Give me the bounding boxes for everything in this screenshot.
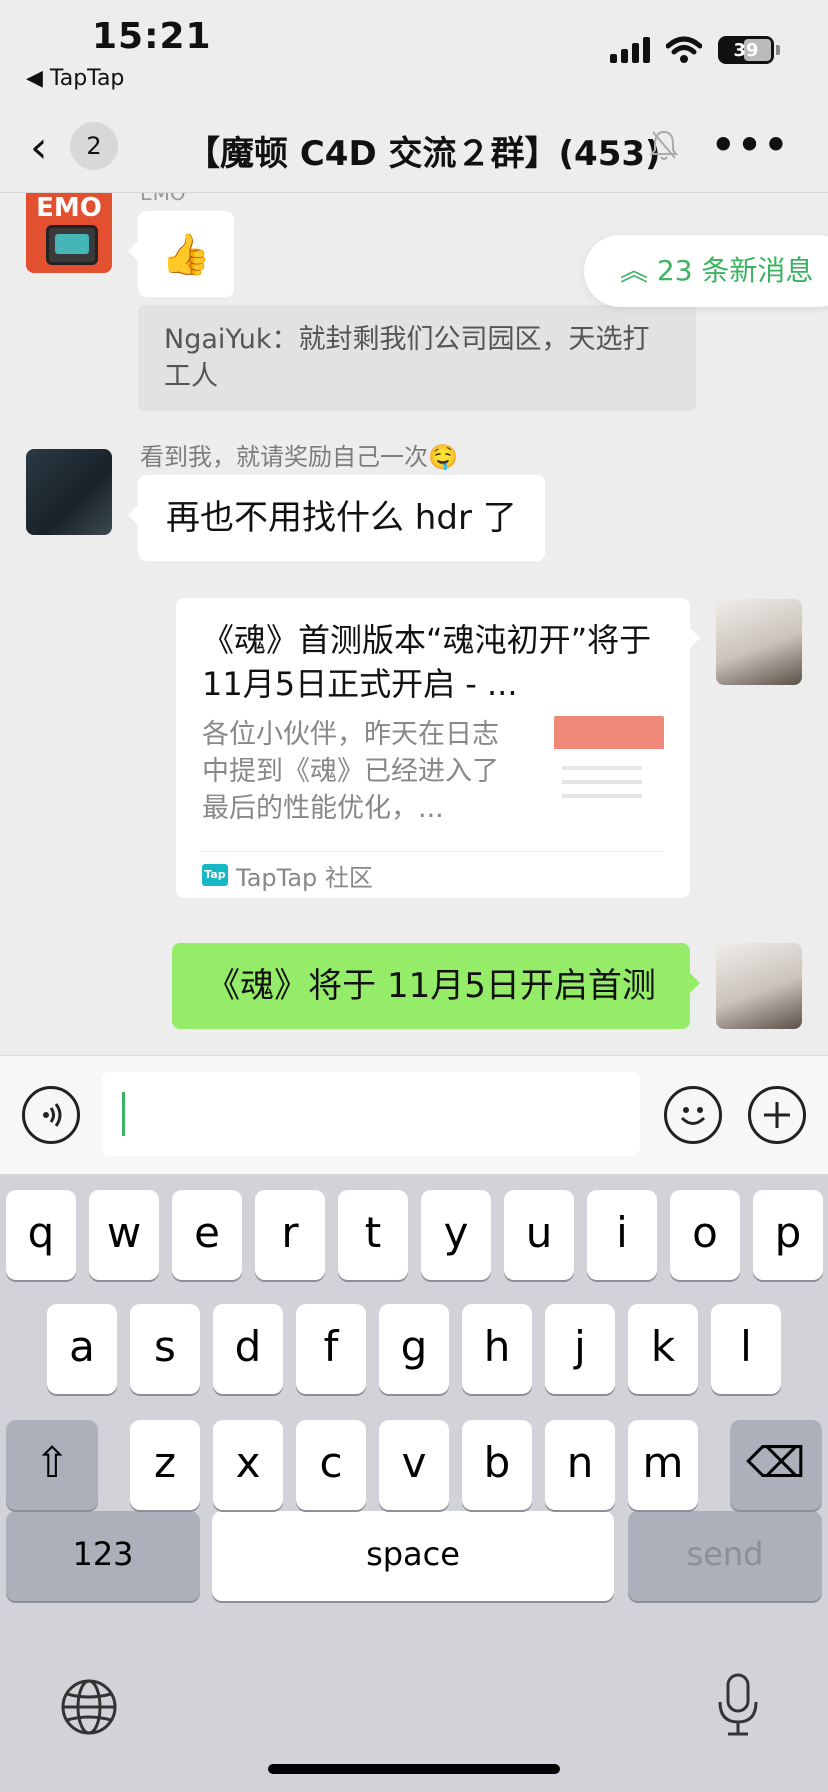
key-s[interactable]: s xyxy=(130,1304,200,1394)
more-options-icon[interactable]: ••• xyxy=(711,126,790,164)
shared-link-card[interactable]: 《魂》首测版本“魂沌初开”将于 11月5日正式开启 - ... 各位小伙伴，昨天… xyxy=(176,598,700,898)
tv-robot-icon xyxy=(46,225,98,265)
mute-bell-icon xyxy=(650,130,678,160)
voice-wave-icon xyxy=(43,1103,62,1127)
key-i[interactable]: i xyxy=(587,1190,657,1280)
key-k[interactable]: k xyxy=(628,1304,698,1394)
smiley-icon xyxy=(680,1107,706,1125)
key-e[interactable]: e xyxy=(172,1190,242,1280)
key-d[interactable]: d xyxy=(213,1304,283,1394)
avatar-self[interactable] xyxy=(716,599,802,685)
key-b[interactable]: b xyxy=(462,1420,532,1510)
back-to-app-link[interactable]: ◀ TapTap xyxy=(26,66,124,91)
text-message[interactable]: 再也不用找什么 hdr 了 xyxy=(128,475,545,561)
home-indicator xyxy=(268,1764,560,1774)
status-bar: 15:21 ◀ TapTap 39 xyxy=(0,0,828,110)
key-h[interactable]: h xyxy=(462,1304,532,1394)
key-a[interactable]: a xyxy=(47,1304,117,1394)
avatar-self[interactable] xyxy=(716,943,802,1029)
key-c[interactable]: c xyxy=(296,1420,366,1510)
message-list[interactable]: EMO EMO 👍 NgaiYuk：就封剩我们公司园区，天选打工人 看到我，就请… xyxy=(0,193,828,1055)
text-caret xyxy=(122,1092,125,1136)
unread-count-badge[interactable]: 2 xyxy=(70,122,118,170)
delete-key[interactable]: ⌫ xyxy=(730,1420,822,1510)
plus-icon xyxy=(764,1102,790,1128)
key-v[interactable]: v xyxy=(379,1420,449,1510)
microphone-icon[interactable] xyxy=(716,1672,760,1738)
globe-icon[interactable] xyxy=(60,1678,118,1736)
link-thumbnail xyxy=(554,716,664,826)
key-o[interactable]: o xyxy=(670,1190,740,1280)
status-icons: 39 xyxy=(610,36,780,64)
key-u[interactable]: u xyxy=(504,1190,574,1280)
thumbs-up-message[interactable]: 👍 xyxy=(128,211,234,297)
key-j[interactable]: j xyxy=(545,1304,615,1394)
avatar-user[interactable] xyxy=(26,449,112,535)
key-w[interactable]: w xyxy=(89,1190,159,1280)
status-time: 15:21 xyxy=(92,16,212,57)
avatar-emo[interactable]: EMO xyxy=(26,193,112,273)
message-input[interactable] xyxy=(102,1072,640,1156)
key-x[interactable]: x xyxy=(213,1420,283,1510)
link-title: 《魂》首测版本“魂沌初开”将于 11月5日正式开启 - ... xyxy=(202,621,652,703)
chat-header: ‹ 2 【魔顿 C4D 交流２群】(453) ••• xyxy=(0,110,828,193)
key-z[interactable]: z xyxy=(130,1420,200,1510)
link-description: 各位小伙伴，昨天在日志中提到《魂》已经进入了最后的性能优化，... xyxy=(202,719,499,824)
key-g[interactable]: g xyxy=(379,1304,449,1394)
battery-icon: 39 xyxy=(718,36,780,64)
emoji-button[interactable] xyxy=(664,1086,722,1144)
shift-key[interactable]: ⇧ xyxy=(6,1420,98,1510)
key-q[interactable]: q xyxy=(6,1190,76,1280)
input-bar xyxy=(0,1055,828,1174)
link-source: Tap TapTap 社区 xyxy=(202,851,664,898)
space-key[interactable]: space xyxy=(212,1511,614,1601)
sender-name: 看到我，就请奖励自己一次🤤 xyxy=(140,443,458,471)
cellular-signal-icon xyxy=(610,37,650,63)
voice-input-button[interactable] xyxy=(22,1086,80,1144)
taptap-logo-icon: Tap xyxy=(202,864,228,886)
keyboard: 123 space send q w e r t y u i o p a s d f g h j k l ⇧ z x c v b… xyxy=(0,1174,828,1792)
key-y[interactable]: y xyxy=(421,1190,491,1280)
key-m[interactable]: m xyxy=(628,1420,698,1510)
link-source-label: TapTap 社区 xyxy=(236,863,373,892)
group-title: 【魔顿 C4D 交流２群】(453) xyxy=(186,134,661,174)
key-r[interactable]: r xyxy=(255,1190,325,1280)
sender-name-partial: EMO xyxy=(140,193,186,205)
quoted-reply[interactable]: NgaiYuk：就封剩我们公司园区，天选打工人 xyxy=(138,305,696,411)
more-functions-button[interactable] xyxy=(748,1086,806,1144)
back-chevron-icon[interactable]: ‹ xyxy=(30,126,48,170)
sent-text-message[interactable]: 《魂》将于 11月5日开启首测 xyxy=(172,943,700,1029)
key-n[interactable]: n xyxy=(545,1420,615,1510)
key-t[interactable]: t xyxy=(338,1190,408,1280)
numbers-key[interactable]: 123 xyxy=(6,1511,200,1601)
battery-level: 39 xyxy=(733,39,759,61)
send-key[interactable]: send xyxy=(628,1511,822,1601)
emo-logo: EMO xyxy=(36,193,102,223)
key-l[interactable]: l xyxy=(711,1304,781,1394)
key-p[interactable]: p xyxy=(753,1190,823,1280)
key-f[interactable]: f xyxy=(296,1304,366,1394)
wifi-icon xyxy=(666,36,702,63)
new-messages-button[interactable]: ︽ 23 条新消息 xyxy=(584,235,828,307)
